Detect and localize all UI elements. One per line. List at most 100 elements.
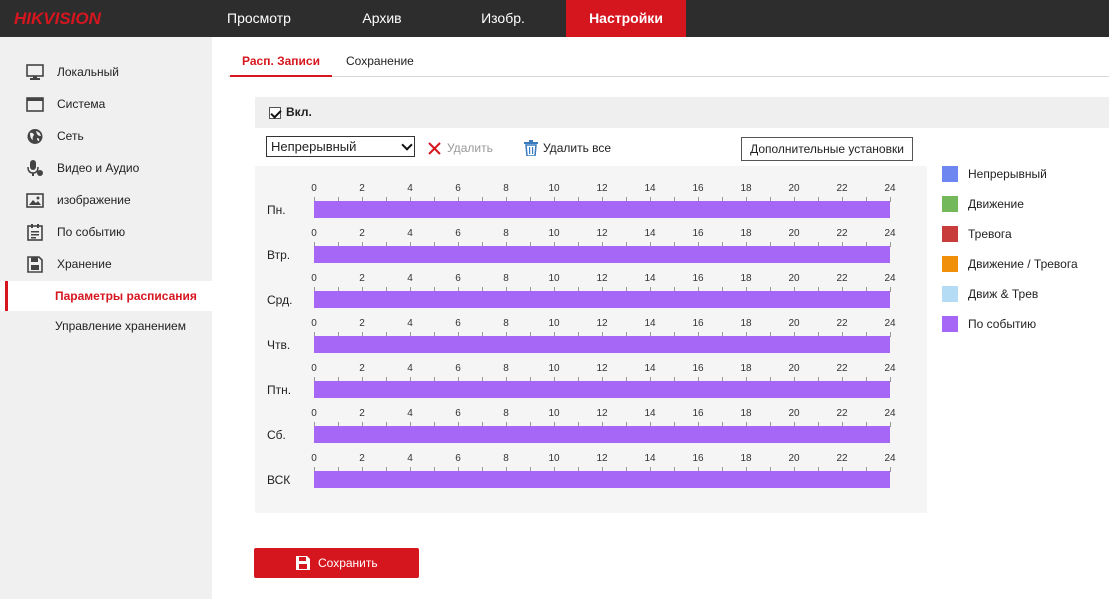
svg-text:HIKVISION: HIKVISION — [14, 9, 102, 28]
close-icon — [428, 142, 441, 155]
hour-tick — [890, 422, 891, 427]
hour-tick-label: 10 — [548, 273, 560, 284]
sidebar-subitem-schedule-settings[interactable]: Параметры расписания — [0, 281, 212, 311]
schedule-day-row: Втр. 0 2 4 6 8 10 12 14 16 18 20 22 24 — [255, 211, 927, 263]
hour-tick-label: 6 — [455, 273, 461, 284]
hour-tick-label: 22 — [836, 183, 848, 194]
save-button[interactable]: Сохранить — [254, 548, 419, 578]
hour-tick-label: 18 — [740, 363, 752, 374]
hour-tick-label: 16 — [692, 363, 704, 374]
delete-all-button[interactable]: Удалить все — [523, 140, 618, 156]
hour-tick-label: 6 — [455, 363, 461, 374]
hour-tick — [890, 197, 891, 202]
trash-icon — [524, 140, 538, 156]
sidebar-item-label: По событию — [57, 225, 126, 239]
hour-tick-label: 22 — [836, 453, 848, 464]
hour-tick-label: 16 — [692, 228, 704, 239]
hour-tick-label: 6 — [455, 228, 461, 239]
hour-tick-label: 18 — [740, 273, 752, 284]
legend-label: Непрерывный — [968, 167, 1047, 181]
sidebar-item-label: Сеть — [57, 129, 84, 143]
floppy-icon — [296, 556, 310, 570]
hour-tick-label: 24 — [884, 273, 896, 284]
sidebar-item-system[interactable]: Система — [0, 89, 212, 119]
sidebar-item-label: Локальный — [57, 65, 119, 79]
legend-label: Движение — [968, 197, 1024, 211]
hour-tick-label: 0 — [311, 408, 317, 419]
enable-label: Вкл. — [286, 105, 312, 119]
sidebar-subitem-label: Параметры расписания — [55, 289, 197, 303]
sidebar-item-video-audio[interactable]: Видео и Аудио — [0, 153, 212, 183]
hour-tick-label: 14 — [644, 183, 656, 194]
sidebar-subitem-storage-management[interactable]: Управление хранением — [0, 311, 212, 341]
hour-tick-label: 20 — [788, 408, 800, 419]
nav-configuration[interactable]: Настройки — [566, 0, 686, 37]
hour-tick-label: 20 — [788, 453, 800, 464]
hour-tick-label: 4 — [407, 363, 413, 374]
tab-capture[interactable]: Сохранение — [334, 46, 426, 76]
hour-tick-label: 16 — [692, 408, 704, 419]
sidebar-item-label: Система — [57, 97, 106, 111]
hour-tick-label: 18 — [740, 183, 752, 194]
sidebar-item-storage[interactable]: Хранение — [0, 249, 212, 279]
hour-tick-label: 2 — [359, 318, 365, 329]
hour-tick-label: 20 — [788, 183, 800, 194]
schedule-day-row: ВСК 0 2 4 6 8 10 12 14 16 18 20 22 24 — [255, 436, 927, 488]
hour-tick-label: 10 — [548, 228, 560, 239]
legend-label: Тревога — [968, 227, 1012, 241]
hour-tick-label: 2 — [359, 408, 365, 419]
sidebar-item-local[interactable]: Локальный — [0, 57, 212, 87]
record-type-select[interactable]: Непрерывный — [266, 136, 415, 157]
enable-row: Вкл. — [255, 97, 1109, 128]
enable-checkbox[interactable] — [269, 107, 281, 119]
hour-tick-label: 2 — [359, 453, 365, 464]
hour-tick-label: 24 — [884, 228, 896, 239]
legend-swatch — [942, 256, 958, 272]
nav-playback[interactable]: Архив — [337, 0, 427, 37]
schedule-day-row: Пн. 0 2 4 6 8 10 12 14 16 18 20 22 24 — [255, 166, 927, 218]
hour-tick-label: 16 — [692, 273, 704, 284]
day-label: ВСК — [267, 473, 291, 487]
hour-tick-label: 14 — [644, 273, 656, 284]
sidebar-item-event[interactable]: По событию — [0, 217, 212, 247]
nav-picture[interactable]: Изобр. — [457, 0, 549, 37]
sidebar: Локальный Система Сеть Видео и Аудио изо… — [0, 37, 212, 599]
chevron-down-icon — [401, 139, 413, 151]
globe-icon — [27, 129, 43, 144]
hour-tick-label: 4 — [407, 273, 413, 284]
hour-tick-label: 0 — [311, 183, 317, 194]
advanced-settings-button[interactable]: Дополнительные установки — [741, 137, 913, 161]
sidebar-item-image[interactable]: изображение — [0, 185, 212, 215]
schedule-day-row: Сб. 0 2 4 6 8 10 12 14 16 18 20 22 24 — [255, 391, 927, 443]
hour-tick-label: 0 — [311, 363, 317, 374]
hour-tick-label: 12 — [596, 453, 608, 464]
hour-tick-label: 12 — [596, 408, 608, 419]
schedule-bar[interactable] — [314, 471, 890, 488]
image-icon — [26, 193, 44, 208]
hour-tick-label: 12 — [596, 318, 608, 329]
hour-tick-label: 6 — [455, 183, 461, 194]
nav-preview[interactable]: Просмотр — [212, 0, 306, 37]
hour-tick-label: 20 — [788, 273, 800, 284]
hour-tick-label: 8 — [503, 183, 509, 194]
schedule-day-row: Птн. 0 2 4 6 8 10 12 14 16 18 20 22 24 — [255, 346, 927, 398]
sidebar-subitem-label: Управление хранением — [55, 319, 186, 333]
sidebar-item-network[interactable]: Сеть — [0, 121, 212, 151]
hour-tick-label: 22 — [836, 408, 848, 419]
top-navigation-bar: HIKVISION Просмотр Архив Изобр. Настройк… — [0, 0, 1109, 37]
delete-button[interactable]: Удалить — [427, 140, 497, 156]
hour-tick-label: 14 — [644, 363, 656, 374]
tab-record-schedule[interactable]: Расп. Записи — [230, 46, 332, 77]
legend-label: Движ & Трев — [968, 287, 1039, 301]
schedule-day-row: Срд. 0 2 4 6 8 10 12 14 16 18 20 22 24 — [255, 256, 927, 308]
hour-tick-label: 12 — [596, 183, 608, 194]
save-label: Сохранить — [318, 556, 378, 570]
hour-tick-label: 2 — [359, 273, 365, 284]
hour-tick-label: 14 — [644, 453, 656, 464]
delete-label: Удалить — [447, 141, 493, 155]
hour-tick-label: 20 — [788, 228, 800, 239]
hour-tick-label: 14 — [644, 408, 656, 419]
legend-swatch — [942, 166, 958, 182]
legend-label: По событию — [968, 317, 1037, 331]
monitor-icon — [26, 64, 44, 80]
